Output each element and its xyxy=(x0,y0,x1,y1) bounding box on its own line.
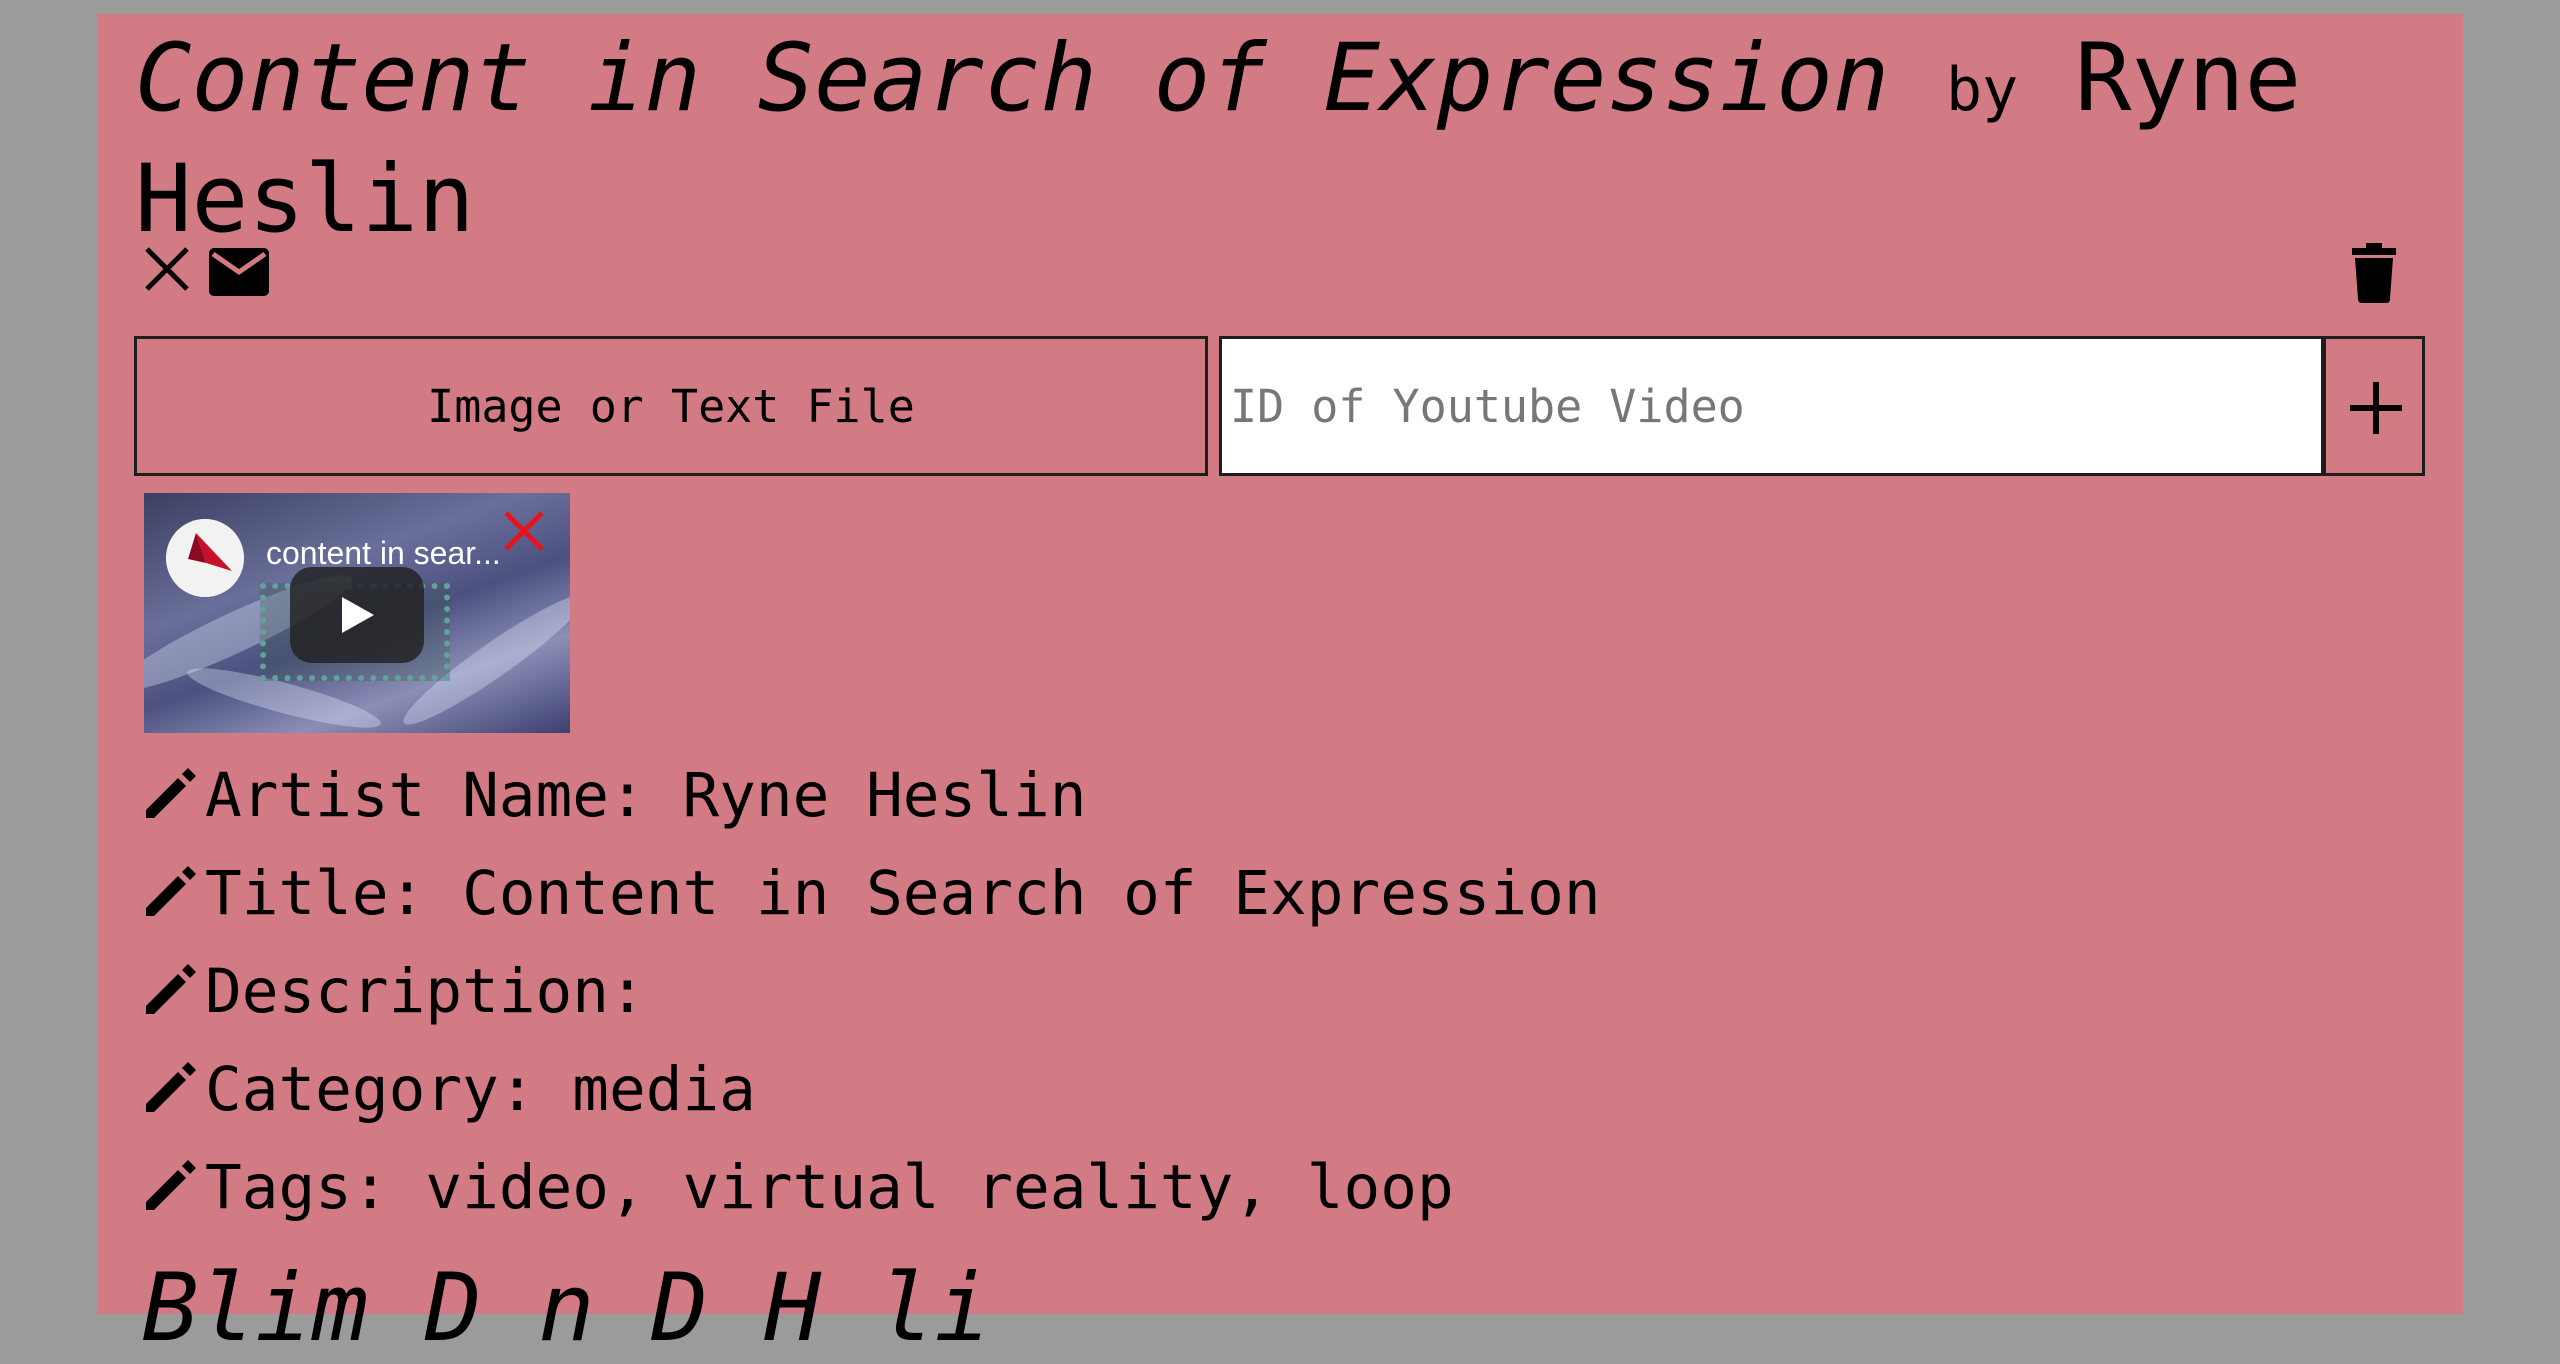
field-value: media xyxy=(572,1054,756,1125)
youtube-video-thumbnail[interactable]: content in sear... xyxy=(144,493,570,733)
pencil-icon[interactable] xyxy=(142,1056,198,1112)
field-value: Ryne Heslin xyxy=(682,760,1087,831)
field-label: Category: xyxy=(205,1054,536,1125)
entry-panel: Content in Search of Expression by Ryne … xyxy=(97,14,2463,1363)
play-button[interactable] xyxy=(290,567,424,663)
mail-icon[interactable] xyxy=(207,246,271,298)
field-value: video, virtual reality, loop xyxy=(425,1152,1454,1223)
next-entry-title: Blim D n D H li xyxy=(142,1254,991,1363)
field-label: Description: xyxy=(205,956,646,1027)
youtube-id-input[interactable] xyxy=(1219,336,2324,476)
entry-title: Content in Search of Expression by Ryne … xyxy=(135,24,2435,255)
pencil-icon[interactable] xyxy=(142,762,198,818)
field-label: Title: xyxy=(205,858,426,929)
add-video-button[interactable] xyxy=(2323,336,2425,476)
field-label: Tags: xyxy=(205,1152,389,1223)
remove-x-icon[interactable] xyxy=(500,507,548,555)
pencil-icon[interactable] xyxy=(142,958,198,1014)
field-label: Artist Name: xyxy=(205,760,646,831)
work-title: Content in Search of Expression xyxy=(135,24,1890,133)
pencil-icon[interactable] xyxy=(142,860,198,916)
field-value: Content in Search of Expression xyxy=(462,858,1601,929)
trash-icon[interactable] xyxy=(2350,243,2398,303)
play-icon xyxy=(342,597,374,633)
plus-icon xyxy=(2350,382,2402,434)
close-icon[interactable] xyxy=(141,243,193,295)
by-label: by xyxy=(1945,55,2019,125)
channel-avatar[interactable] xyxy=(166,519,244,597)
pencil-icon[interactable] xyxy=(142,1154,198,1210)
file-upload-button[interactable]: Image or Text File xyxy=(134,336,1208,476)
